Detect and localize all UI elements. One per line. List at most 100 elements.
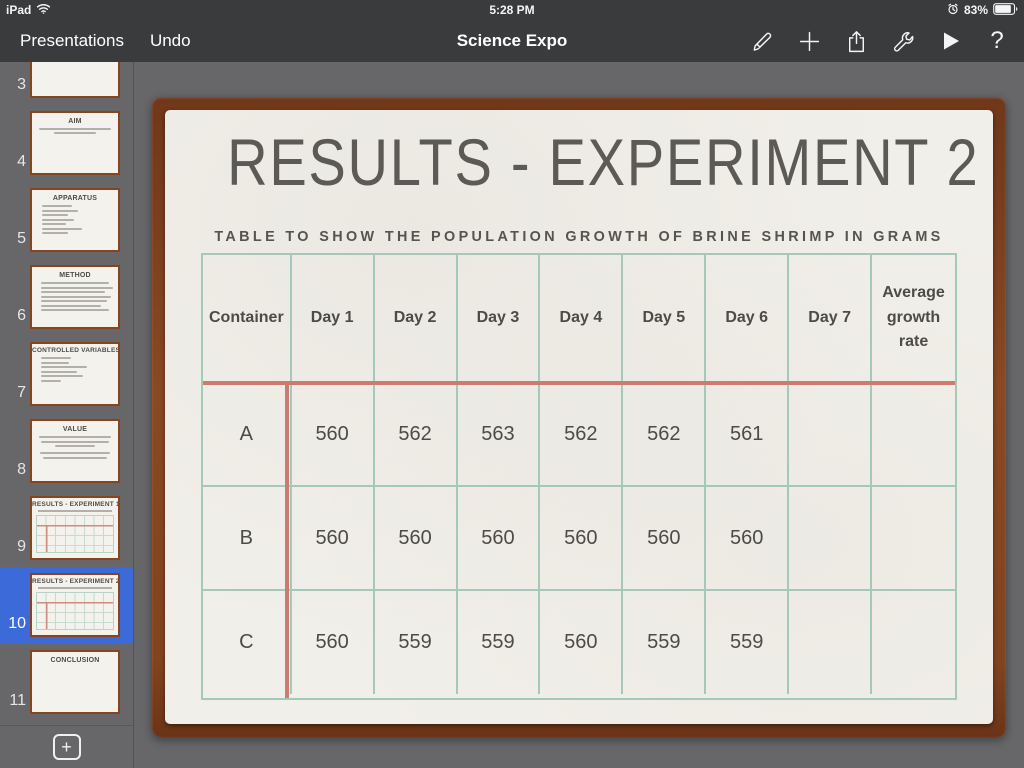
table-cell-C-day5[interactable]: 559 [623,591,707,694]
table-header-day2[interactable]: Day 2 [374,255,458,383]
thumb-text-line [41,370,77,373]
alarm-clock-icon [947,3,959,18]
clock-time: 5:28 PM [489,3,535,17]
thumb-text-line [42,205,72,207]
table-cell-rowB-label[interactable]: B [203,487,292,591]
thumb-text-line [41,366,87,368]
tools-icon[interactable] [890,28,916,54]
thumb-title: APPARATUS [52,195,98,202]
slide-subtitle[interactable]: TABLE TO SHOW THE POPULATION GROWTH OF B… [182,228,977,245]
slide-number: 10 [8,615,26,632]
sidebar-slide-10[interactable]: 10 RESULTS - EXPERIMENT 2 [0,567,133,644]
thumb-text-line [42,232,68,234]
battery-percent: 83% [963,3,988,17]
slide-thumbnail[interactable]: METHOD [30,265,120,329]
thumb-text-line [41,304,101,307]
share-icon[interactable] [843,28,869,54]
sidebar-slide-3[interactable]: 3 [0,62,133,105]
thumb-mini-table [36,592,114,630]
table-header-day4[interactable]: Day 4 [540,255,624,383]
thumb-text-line [41,361,69,364]
table-header-container[interactable]: Container [203,255,292,383]
slide-thumbnail-selected[interactable]: RESULTS - EXPERIMENT 2 [30,573,120,637]
table-cell-B-day6[interactable]: 560 [706,487,790,591]
format-brush-icon[interactable] [749,28,775,54]
table-cell-A-day2[interactable]: 562 [374,383,458,487]
sidebar-footer: + [0,725,133,768]
thumb-text-line [40,452,110,454]
slide-thumbnail[interactable]: CONCLUSION [30,650,120,714]
table-cell-C-day3[interactable]: 559 [458,591,541,694]
sidebar-slide-11[interactable]: 11 CONCLUSION [0,644,133,721]
table-cell-B-day1[interactable]: 560 [291,487,375,591]
slide-number: 7 [17,384,26,401]
table-cell-C-day4[interactable]: 560 [540,591,624,694]
thumb-title: METHOD [59,272,91,279]
sidebar-slide-8[interactable]: 8 VALUE [0,413,133,490]
table-cell-A-day6[interactable]: 561 [706,383,790,487]
slide-thumbnail[interactable]: CONTROLLED VARIABLES [30,342,120,406]
thumb-text-line [42,209,78,212]
slide-title[interactable]: RESULTS - EXPERIMENT 2 [227,126,978,199]
slide-thumbnail[interactable]: VALUE [30,419,120,483]
add-slide-button[interactable]: + [52,734,81,760]
thumb-text-line [41,286,113,289]
table-header-day7[interactable]: Day 7 [789,255,873,383]
table-cell-C-day7[interactable] [789,591,873,694]
thumb-text-line [42,214,68,216]
thumb-text-line [41,440,109,443]
table-cell-A-day4[interactable]: 562 [540,383,624,487]
table-cell-B-day7[interactable] [789,487,873,591]
thumb-text-line [55,445,95,447]
sidebar-slide-5[interactable]: 5 APPARATUS [0,182,133,259]
slide-thumbnail[interactable]: APPARATUS [30,188,120,252]
slide-frame[interactable]: RESULTS - EXPERIMENT 2 TABLE TO SHOW THE… [152,97,1006,737]
table-header-average[interactable]: Average growth rate [872,255,955,383]
play-icon[interactable] [937,28,963,54]
thumb-text-line [42,223,66,225]
thumb-text-line [41,291,105,293]
table-cell-B-day4[interactable]: 560 [540,487,624,591]
table-cell-C-day2[interactable]: 559 [375,591,458,694]
table-cell-B-day2[interactable]: 560 [374,487,458,591]
table-cell-C-average[interactable] [872,591,955,694]
table-cell-A-day1[interactable]: 560 [291,383,375,487]
table-cell-C-day1[interactable]: 560 [292,591,375,694]
table-cell-rowA-label[interactable]: A [203,383,292,487]
slide-thumbnail[interactable] [30,62,120,98]
thumb-text-line [41,295,111,298]
slide-paper[interactable]: RESULTS - EXPERIMENT 2 TABLE TO SHOW THE… [165,110,993,724]
slide-list: 3 4 AIM 5 APPARATUS 6 METHOD 7 CONTROLLE… [0,62,133,725]
table-cell-A-average[interactable] [872,383,955,487]
table-header-day6[interactable]: Day 6 [706,255,790,383]
sidebar-slide-7[interactable]: 7 CONTROLLED VARIABLES [0,336,133,413]
slide-thumbnail[interactable]: AIM [30,111,120,175]
add-icon[interactable] [796,28,822,54]
results-table[interactable]: Container Day 1 Day 2 Day 3 Day 4 Day 5 … [201,253,957,700]
table-cell-C-day6[interactable]: 559 [706,591,790,694]
thumb-title: VALUE [62,426,88,433]
table-cell-B-day5[interactable]: 560 [623,487,707,591]
table-cell-B-day3[interactable]: 560 [457,487,541,591]
sidebar-slide-6[interactable]: 6 METHOD [0,259,133,336]
thumb-title: CONCLUSION [50,657,100,664]
table-cell-B-average[interactable] [872,487,955,591]
table-cell-A-day5[interactable]: 562 [623,383,707,487]
slide-thumbnail[interactable]: RESULTS - EXPERIMENT 1 [30,496,120,560]
table-cell-A-day7[interactable] [789,383,873,487]
table-cell-rowC-label[interactable]: C [203,591,292,694]
battery-icon [993,2,1018,18]
table-header-day3[interactable]: Day 3 [457,255,541,383]
top-bar: iPad 5:28 PM 83% Presentations Undo Scie… [0,0,1024,62]
sidebar-slide-9[interactable]: 9 RESULTS - EXPERIMENT 1 [0,490,133,567]
slide-number: 4 [17,153,26,170]
thumb-title: AIM [68,118,82,125]
table-cell-A-day3[interactable]: 563 [457,383,541,487]
table-header-day5[interactable]: Day 5 [623,255,707,383]
table-header-day1[interactable]: Day 1 [291,255,375,383]
sidebar-slide-4[interactable]: 4 AIM [0,105,133,182]
slide-number: 3 [17,76,26,93]
help-icon[interactable]: ? [984,27,1010,54]
slide-navigator: 3 4 AIM 5 APPARATUS 6 METHOD 7 CONTROLLE… [0,62,134,768]
thumb-subtitle-line [38,587,112,589]
